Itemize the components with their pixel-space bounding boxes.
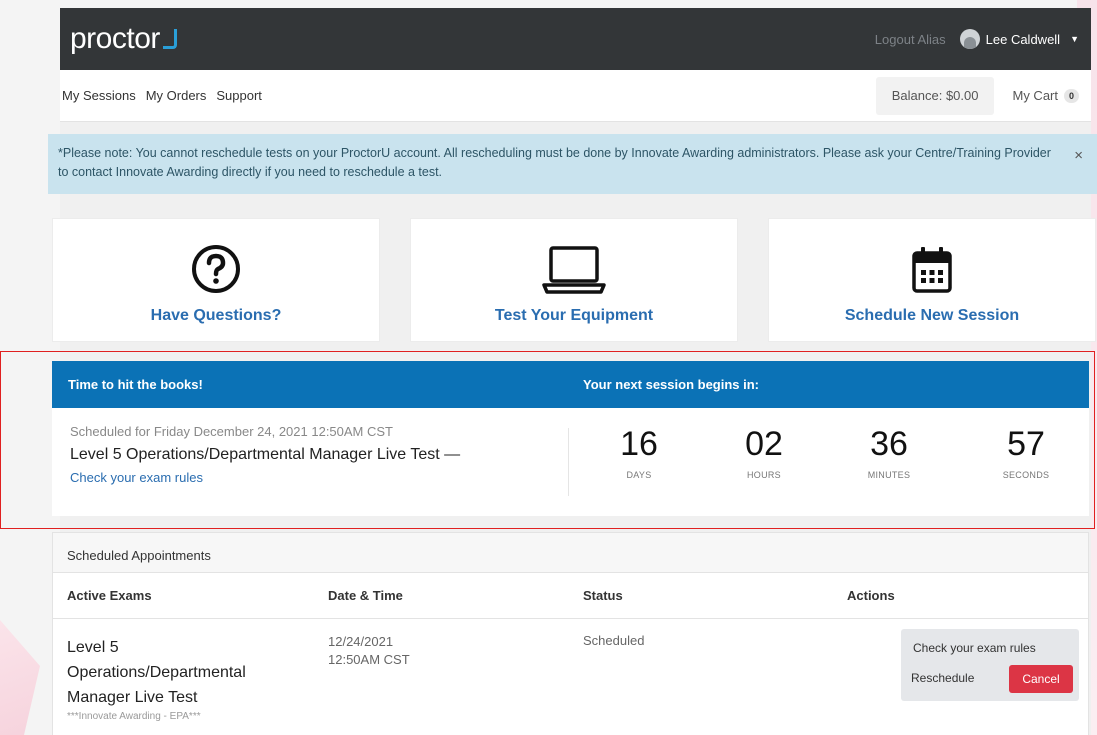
exam-name: Level 5 Operations/Departmental Manager … [67,635,277,724]
exam-title: Level 5 Operations/Departmental Manager … [67,639,246,706]
minutes-label: MINUTES [867,470,911,480]
hours-label: HOURS [746,470,781,480]
minutes-value: 36 [870,425,908,463]
test-equipment-card[interactable]: Test Your Equipment [410,218,738,342]
countdown-hours: 02 HOURS [714,424,814,480]
nav-my-orders[interactable]: My Orders [146,88,207,103]
caret-down-icon: ▼ [1070,34,1079,44]
nav-support[interactable]: Support [216,88,262,103]
user-menu[interactable]: Lee Caldwell ▼ [959,29,1079,49]
logout-alias-link[interactable]: Logout Alias [875,32,946,47]
have-questions-label: Have Questions? [150,307,282,324]
logo[interactable]: proctor [70,22,177,56]
quick-actions: Have Questions? Test Your Equipment Sche… [52,218,1096,342]
question-circle-icon [190,239,242,295]
cart-link[interactable]: My Cart 0 [994,88,1091,103]
exam-rules-link[interactable]: Check your exam rules [70,470,550,485]
seconds-label: SECONDS [1002,470,1050,480]
table-row: Level 5 Operations/Departmental Manager … [53,619,1088,735]
col-actions: Actions [847,588,895,603]
check-exam-rules-button[interactable]: Check your exam rules [913,641,1036,655]
cancel-button[interactable]: Cancel [1009,665,1073,693]
calendar-icon [910,239,954,295]
cart-count-badge: 0 [1063,88,1079,103]
user-name: Lee Caldwell [985,31,1061,47]
schedule-session-label: Schedule New Session [844,307,1020,324]
top-bar: proctor Logout Alias Lee Caldwell ▼ [60,8,1091,70]
countdown-days: 16 DAYS [589,424,689,480]
countdown-seconds: 57 SECONDS [976,424,1076,480]
col-active-exams: Active Exams [67,588,152,603]
have-questions-card[interactable]: Have Questions? [52,218,380,342]
days-value: 16 [620,425,658,463]
countdown-minutes: 36 MINUTES [839,424,939,480]
schedule-session-card[interactable]: Schedule New Session [768,218,1096,342]
days-label: DAYS [626,470,652,480]
divider [568,428,569,496]
countdown-header-right: Your next session begins in: [583,377,760,392]
logo-mark-icon [162,29,177,49]
reschedule-notice: *Please note: You cannot reschedule test… [48,134,1097,194]
next-session-countdown: Time to hit the books! Your next session… [52,361,1089,516]
cart-label: My Cart [1012,88,1058,103]
countdown-header-left: Time to hit the books! [68,377,203,392]
col-date-time: Date & Time [328,588,403,603]
app-window: proctor Logout Alias Lee Caldwell ▼ My S… [0,8,1097,735]
exam-status: Scheduled [583,633,645,648]
reschedule-button[interactable]: Reschedule [911,671,974,685]
close-icon[interactable]: × [1074,146,1083,165]
row-actions: Check your exam rules Reschedule Cancel [901,629,1079,701]
countdown-header: Time to hit the books! Your next session… [52,361,1089,408]
exam-provider: ***Innovate Awarding - EPA*** [67,711,201,722]
exam-datetime: 12/24/2021 12:50AM CST [328,633,410,669]
table-header: Active Exams Date & Time Status Actions [53,573,1088,619]
hours-value: 02 [745,425,783,463]
laptop-icon [541,239,607,295]
col-status: Status [583,588,623,603]
background-decoration [0,620,40,735]
scheduled-appointments: Scheduled Appointments Active Exams Date… [52,532,1089,735]
logo-text: proctor [70,22,160,55]
test-equipment-label: Test Your Equipment [494,307,654,324]
exam-date: 12/24/2021 [328,634,394,649]
session-title: Level 5 Operations/Departmental Manager … [70,446,461,463]
nav-bar: My Sessions My Orders Support Balance: $… [60,70,1091,122]
scheduled-date: Scheduled for Friday December 24, 2021 1… [70,424,394,439]
balance-display[interactable]: Balance: $0.00 [875,76,995,115]
nav-my-sessions[interactable]: My Sessions [62,88,136,103]
seconds-value: 57 [1007,425,1045,463]
exam-time: 12:50AM CST [328,652,410,667]
appointments-heading: Scheduled Appointments [53,533,1088,573]
notice-text: *Please note: You cannot reschedule test… [58,146,1051,179]
avatar [959,29,980,49]
